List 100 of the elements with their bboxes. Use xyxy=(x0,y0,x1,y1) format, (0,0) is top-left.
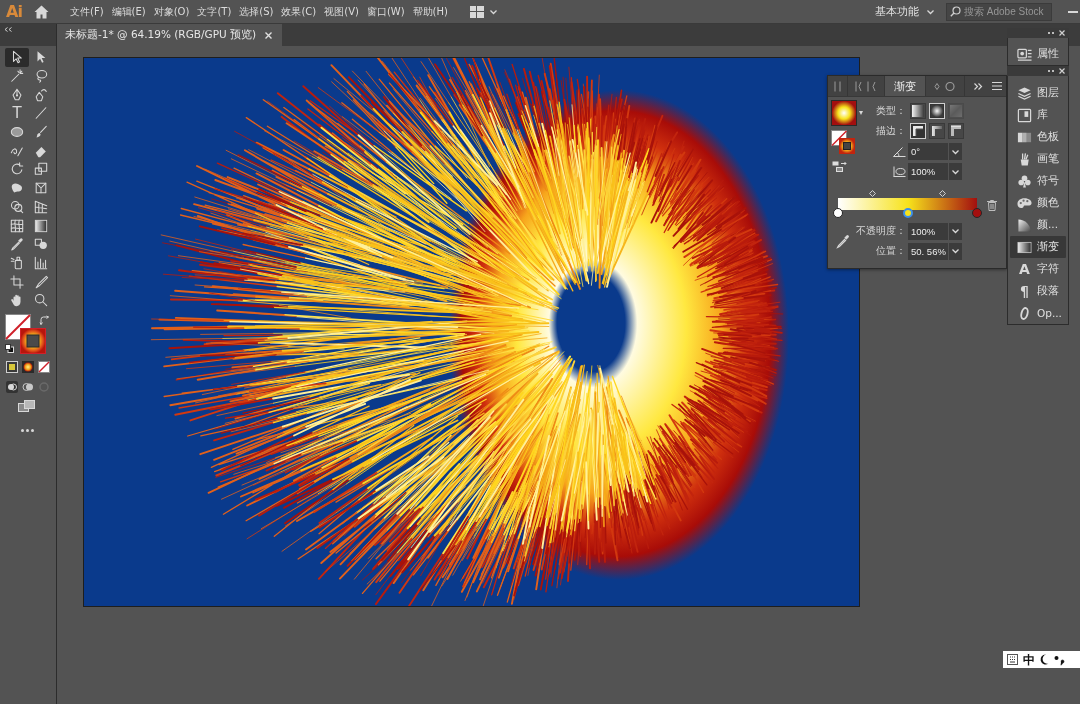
midpoint-marker[interactable] xyxy=(938,190,946,197)
swap-arrow-icon[interactable] xyxy=(40,315,49,325)
stroke-gradient-button[interactable] xyxy=(948,123,964,140)
draw-normal-icon[interactable] xyxy=(6,380,18,393)
workspace-switcher[interactable]: 基本功能 xyxy=(871,2,938,21)
double-chevron-icon xyxy=(974,82,982,90)
color-stop[interactable] xyxy=(833,208,843,218)
color-stop[interactable] xyxy=(972,208,982,218)
gradient-square-icon xyxy=(1017,239,1032,255)
color-stop[interactable] xyxy=(903,208,914,218)
panel-item[interactable]: 属性 xyxy=(1010,43,1066,65)
artboard-icon xyxy=(10,274,24,289)
aspect-ratio-icon xyxy=(893,166,906,178)
gradient-type-button[interactable] xyxy=(910,103,926,120)
tool-button[interactable]: T xyxy=(5,104,29,123)
search-field[interactable]: 搜索 Adobe Stock xyxy=(946,2,1052,21)
chevron-down-icon xyxy=(952,249,959,254)
document-tab[interactable]: 未标题-1* @ 64.19% (RGB/GPU 预览) xyxy=(57,24,283,46)
punctuation-icon[interactable] xyxy=(1054,654,1064,665)
magic-wand-icon xyxy=(10,69,24,84)
menu-item[interactable]: 视图(V) xyxy=(324,1,359,22)
keyboard-grid-icon[interactable] xyxy=(1007,654,1018,665)
panel-item[interactable]: A 字符 xyxy=(1010,258,1066,280)
location-field[interactable]: 50. 56% xyxy=(908,242,948,260)
gradient-swatch[interactable] xyxy=(831,100,857,126)
brackets-icon xyxy=(855,80,877,92)
eyedropper-icon xyxy=(836,234,850,249)
shape-builder-icon xyxy=(10,199,24,214)
type-label: 类型： xyxy=(875,104,906,119)
layout-grid-icon xyxy=(469,5,484,18)
chevron-down-icon xyxy=(952,169,959,174)
freeform-gradient-icon xyxy=(950,105,962,118)
minimize-button[interactable] xyxy=(1068,10,1078,13)
panel-item[interactable]: 画笔 xyxy=(1010,148,1066,170)
opacity-field[interactable]: 100% xyxy=(908,222,948,240)
paintbrush-icon xyxy=(34,125,48,140)
tool-button[interactable] xyxy=(5,48,29,67)
menu-item[interactable]: 效果(C) xyxy=(281,1,317,22)
dropdown-button[interactable] xyxy=(949,222,962,240)
linear-gradient-icon xyxy=(912,105,924,118)
stroke-gradient-button[interactable] xyxy=(929,123,945,140)
close-icon[interactable] xyxy=(1059,30,1065,36)
panel-item[interactable]: 渐变 xyxy=(1010,236,1066,258)
corner-fade-icon xyxy=(931,125,943,138)
lasso-icon xyxy=(34,69,48,84)
panel-item[interactable]: 颜... xyxy=(1010,214,1066,236)
menu-item[interactable]: 窗口(W) xyxy=(366,1,405,22)
close-icon[interactable] xyxy=(1059,68,1065,74)
zoom-icon xyxy=(34,293,48,308)
glyph-icon: A xyxy=(1017,261,1032,277)
eyedropper-button[interactable] xyxy=(836,234,850,249)
panel-item[interactable]: 图层 xyxy=(1010,82,1066,104)
aspect-ratio-field[interactable]: 100% xyxy=(908,163,948,181)
reverse-gradient-icon[interactable] xyxy=(832,161,848,172)
panel-item[interactable]: 颜色 xyxy=(1010,192,1066,214)
scale-icon xyxy=(34,162,48,177)
search-icon xyxy=(950,6,961,17)
caret-icon[interactable] xyxy=(859,111,863,115)
club-icon xyxy=(1017,173,1032,189)
collapse-icon[interactable] xyxy=(4,27,12,32)
menu-item[interactable]: 对象(O) xyxy=(153,1,190,22)
panel-tab[interactable]: 渐变 xyxy=(885,76,926,96)
moon-icon[interactable] xyxy=(1040,654,1049,665)
menu-item[interactable]: 编辑(E) xyxy=(111,1,146,22)
fill-stroke-icon[interactable] xyxy=(831,130,855,154)
delete-button[interactable] xyxy=(987,199,997,211)
panel-item[interactable]: 库 xyxy=(1010,104,1066,126)
chevron-down-icon xyxy=(952,149,959,154)
hand-icon xyxy=(10,293,24,308)
minimize-icon xyxy=(1068,10,1078,13)
spray-can-icon xyxy=(10,255,24,270)
gradient-mode-icon[interactable] xyxy=(22,360,34,373)
chevron-down-icon xyxy=(489,9,497,14)
home-button[interactable] xyxy=(34,4,49,19)
angle-field[interactable]: 0° xyxy=(908,143,948,161)
menu-item[interactable]: 文字(T) xyxy=(197,1,232,22)
menu-item[interactable]: 文件(F) xyxy=(70,1,104,22)
pencil-icon xyxy=(34,274,48,289)
location-label: 位置： xyxy=(875,244,906,259)
menu-item[interactable]: 选择(S) xyxy=(239,1,274,22)
midpoint-marker[interactable] xyxy=(869,190,877,197)
panel-item[interactable]: 色板 xyxy=(1010,126,1066,148)
trash-icon xyxy=(987,199,997,211)
draw-behind-icon[interactable] xyxy=(22,380,34,393)
input-mode-toggle[interactable]: 中 xyxy=(1023,652,1035,667)
screen-mode-icon[interactable] xyxy=(18,399,35,412)
color-mode-icon[interactable] xyxy=(6,360,18,373)
more-icon[interactable] xyxy=(21,428,34,432)
default-colors-icon[interactable] xyxy=(5,343,14,353)
dropdown-button[interactable] xyxy=(949,242,962,260)
panel-item[interactable]: ¶ 段落 xyxy=(1010,280,1066,302)
menu-item[interactable]: 帮助(H) xyxy=(412,1,448,22)
none-mode-icon[interactable] xyxy=(38,360,50,373)
dropdown-button[interactable] xyxy=(949,163,962,181)
panel-item[interactable]: Op... xyxy=(1010,302,1066,324)
line-icon xyxy=(34,106,48,121)
stroke-swatch[interactable] xyxy=(20,327,46,354)
close-icon[interactable] xyxy=(265,31,273,39)
panel-item[interactable]: 符号 xyxy=(1010,170,1066,192)
dropdown-button[interactable] xyxy=(949,143,962,161)
